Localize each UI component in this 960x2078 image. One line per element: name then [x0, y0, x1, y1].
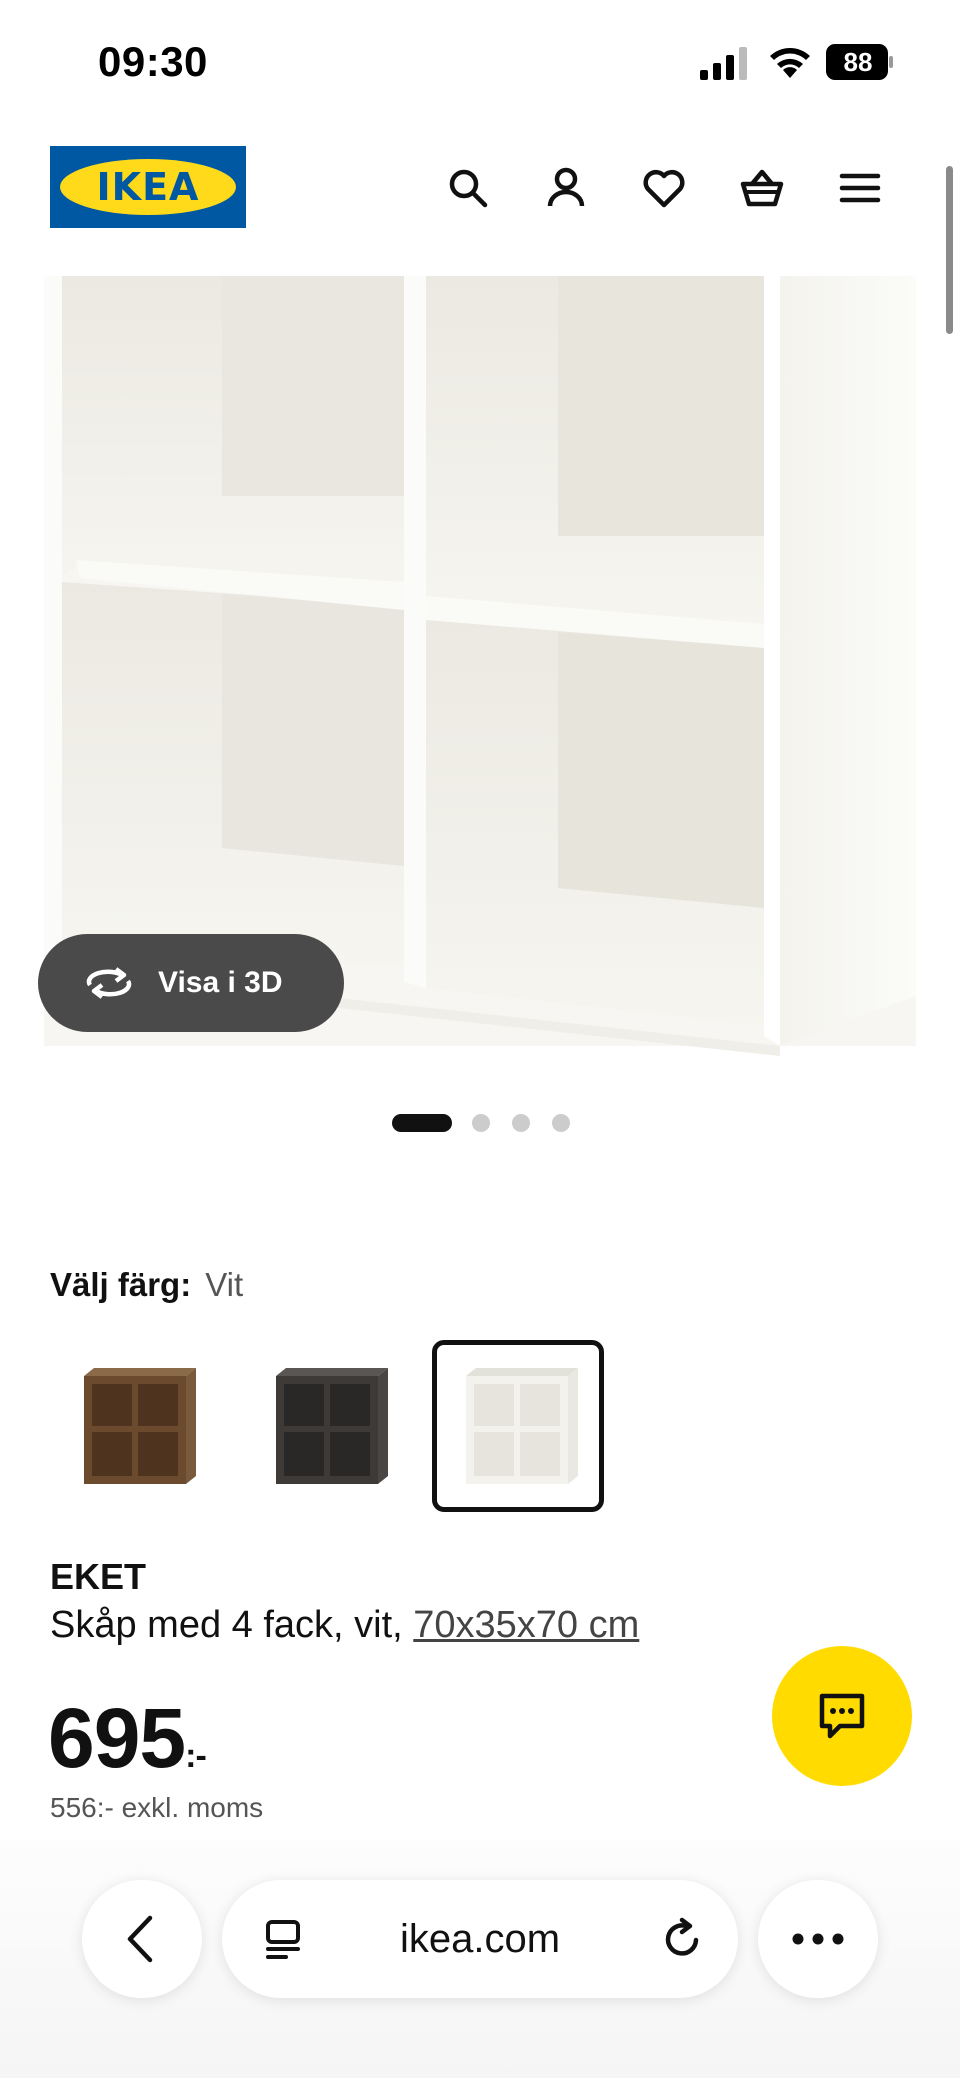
dark-grey-cabinet-thumbnail — [276, 1368, 388, 1484]
search-icon[interactable] — [440, 160, 496, 216]
logo-oval: IKEA — [60, 159, 236, 215]
status-bar: 09:30 88 — [0, 0, 960, 120]
wifi-icon — [770, 48, 810, 78]
account-icon[interactable] — [538, 160, 594, 216]
view-in-3d-button[interactable]: Visa i 3D — [38, 934, 344, 1032]
ellipsis-icon — [792, 1933, 844, 1945]
price-value: 695 — [48, 1691, 186, 1785]
color-picker-label: Välj färg: — [50, 1266, 192, 1303]
tabs-icon — [266, 1920, 300, 1959]
product-price: 695:- — [48, 1690, 207, 1787]
rotate-3d-icon — [86, 967, 132, 999]
site-header: IKEA — [0, 140, 960, 240]
view-in-3d-label: Visa i 3D — [158, 966, 283, 999]
selected-color-name: Vit — [205, 1266, 244, 1303]
pagination-dot-active[interactable] — [392, 1114, 452, 1132]
reload-icon[interactable] — [660, 1916, 706, 1962]
ikea-logo[interactable]: IKEA — [50, 146, 246, 228]
url-text: ikea.com — [399, 1916, 561, 1961]
price-suffix: :- — [185, 1737, 207, 1775]
price-excluding-vat: 556:- exkl. moms — [50, 1792, 264, 1823]
product-name: EKET — [50, 1556, 147, 1597]
logo-text: IKEA — [96, 165, 200, 209]
color-option-white[interactable] — [432, 1340, 604, 1512]
gallery-pagination — [0, 1110, 960, 1134]
chat-button[interactable] — [772, 1646, 912, 1786]
browser-back-button[interactable] — [82, 1880, 202, 1998]
color-option-walnut[interactable] — [50, 1340, 222, 1512]
pagination-dot[interactable] — [552, 1114, 570, 1132]
menu-icon[interactable] — [832, 160, 888, 216]
browser-toolbar: ikea.com — [0, 1840, 960, 2078]
chat-icon — [819, 1693, 865, 1739]
heart-icon[interactable] — [636, 160, 692, 216]
product-dimensions-link[interactable]: 70x35x70 cm — [413, 1604, 639, 1646]
color-picker-heading: Välj färg: Vit — [50, 1266, 243, 1306]
pagination-dot[interactable] — [512, 1114, 530, 1132]
chevron-left-icon — [127, 1915, 153, 1963]
product-description: Skåp med 4 fack, vit, 70x35x70 cm — [50, 1604, 639, 1647]
product-description-text: Skåp med 4 fack, vit, — [50, 1604, 414, 1646]
battery-level: 88 — [843, 47, 873, 77]
white-cabinet-thumbnail — [466, 1368, 578, 1484]
address-bar[interactable]: ikea.com — [222, 1880, 738, 1998]
basket-icon[interactable] — [734, 160, 790, 216]
cellular-signal-icon — [700, 47, 747, 80]
status-time: 09:30 — [98, 38, 208, 85]
walnut-cabinet-thumbnail — [84, 1368, 196, 1484]
more-options-button[interactable] — [758, 1880, 878, 1998]
color-option-dark-grey[interactable] — [242, 1340, 414, 1512]
pagination-dot[interactable] — [472, 1114, 490, 1132]
